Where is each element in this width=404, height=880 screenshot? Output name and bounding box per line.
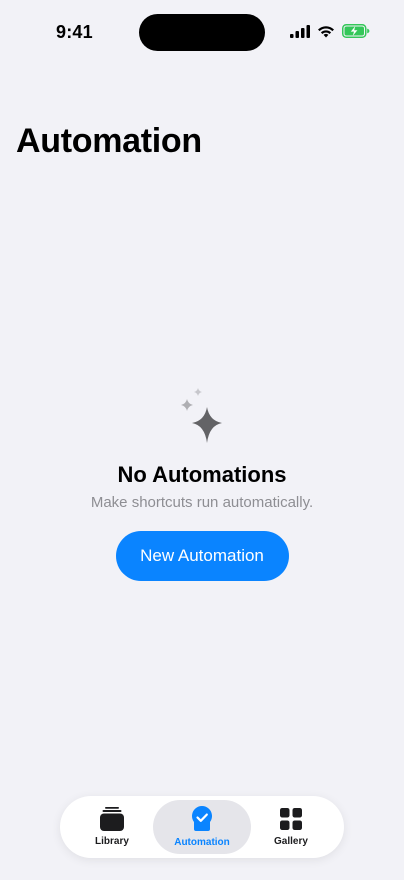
empty-state: No Automations Make shortcuts run automa… [0,386,404,581]
sparkles-icon [181,388,222,443]
tab-library[interactable]: Library [80,800,144,854]
battery-charging-icon [342,24,370,38]
empty-state-subtitle: Make shortcuts run automatically. [90,494,314,511]
tab-automation[interactable]: Automation [153,800,251,854]
status-time: 9:41 [56,22,93,42]
status-icons [290,24,370,38]
tab-label-gallery: Gallery [274,836,308,847]
empty-state-title: No Automations [117,462,287,487]
page-title: Automation [16,122,202,160]
tab-gallery[interactable]: Gallery [258,800,324,854]
wifi-icon [318,25,334,37]
gallery-grid-icon [280,808,302,830]
cellular-signal-icon [290,24,310,38]
automation-check-icon [192,806,212,831]
dynamic-island [139,14,265,51]
tab-label-automation: Automation [174,837,230,848]
automation-screen: 9:41 Automation No Automations Make shor… [0,0,404,880]
tab-bar: Library Automation Gallery [60,796,344,858]
new-automation-button[interactable]: New Automation [115,531,289,581]
library-stack-icon [100,807,124,831]
status-bar: 9:41 [0,0,404,60]
tab-label-library: Library [95,836,129,847]
